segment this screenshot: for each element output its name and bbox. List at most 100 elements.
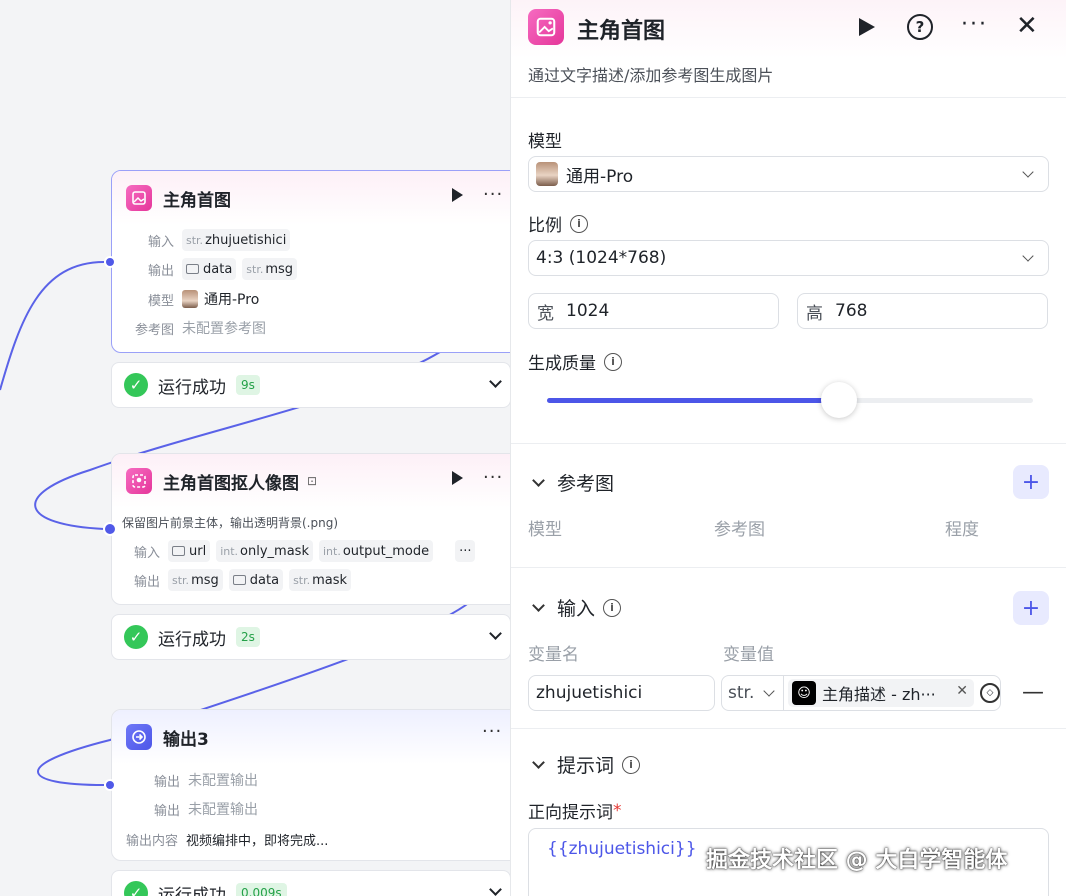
prompt-section-header[interactable]: 提示词 i [528,751,641,778]
output-value: 未配置输出 [188,773,258,789]
node-description: 保留图片前景主体，输出透明背景(.png) [122,516,339,530]
info-icon[interactable]: i [622,755,641,774]
output-node-icon [126,724,152,750]
watermark: 掘金技术社区 @ 大白学智能体 [706,848,1008,873]
height-prefix: 高 [806,303,823,324]
input-chip: url [168,540,211,562]
divider [511,567,1066,568]
var-reference-chip[interactable]: ☺ 主角描述 - zh··· ✕ [788,679,974,707]
input-port[interactable] [104,779,116,791]
var-type-value: str. [728,683,755,703]
run-node-icon[interactable] [452,471,463,485]
node-card-output[interactable]: 输出3 ··· 输出 未配置输出 输出 未配置输出 输出内容 视频编排中，即将完… [111,709,531,861]
more-icon[interactable]: ··· [483,186,503,204]
node-title: 输出3 [163,729,209,750]
width-input[interactable]: 宽 1024 [528,293,779,329]
model-select[interactable]: 通用-Pro [528,156,1049,192]
run-time-badge: 2s [236,627,260,647]
input-section-header[interactable]: 输入 i [528,594,622,621]
add-input-button[interactable]: + [1013,591,1049,625]
chevron-down-icon [1022,166,1034,178]
prompt-value: {{zhujuetishici}} [547,839,697,859]
node-config-panel: 主角首图 ? ··· ✕ 通过文字描述/添加参考图生成图片 模型 通用-Pro … [510,0,1066,896]
output-chip: data [182,258,237,280]
column-header: 参考图 [714,520,765,540]
column-header: 变量值 [723,645,774,665]
node-status-bar[interactable]: ✓ 运行成功 9s [111,362,511,408]
chevron-down-icon[interactable] [489,883,502,896]
input-chip: int. only_mask [216,540,313,562]
input-port[interactable] [104,256,116,268]
divider [511,443,1066,444]
input-label: 输入 [133,545,160,561]
quality-label: 生成质量 [528,354,596,374]
content-value: 视频编排中，即将完成... [186,834,329,849]
help-icon[interactable]: ? [907,14,933,40]
output-chip: str. msg [168,569,223,591]
node-status-bar[interactable]: ✓ 运行成功 0.009s [111,870,511,896]
slider-thumb[interactable] [821,382,857,418]
node-header: 主角首图 ··· [112,171,530,225]
output-label: 输出 [153,774,180,790]
column-header: 模型 [528,520,562,540]
output-chip: str. msg [242,258,298,280]
status-text: 运行成功 [158,629,226,650]
more-icon[interactable]: ··· [482,723,502,741]
info-icon[interactable]: i [570,214,588,233]
success-check-icon: ✓ [124,881,148,896]
panel-subtitle: 通过文字描述/添加参考图生成图片 [528,66,774,85]
output-label: 输出 [133,574,160,590]
add-ref-button[interactable]: + [1013,465,1049,499]
model-value: 通用-Pro [204,292,260,308]
run-time-badge: 9s [236,375,260,395]
ref-section-title: 参考图 [557,473,615,495]
node-status-bar[interactable]: ✓ 运行成功 2s [111,614,511,660]
required-mark: * [613,800,622,821]
height-value: 768 [835,301,868,321]
remove-input-button[interactable]: — [1022,680,1044,705]
var-name-input[interactable]: zhujuetishici [528,675,715,711]
ratio-label: 比例 [528,216,562,236]
node-title: 主角首图抠人像图 [163,473,299,494]
close-icon[interactable]: ✕ [956,683,968,699]
run-icon[interactable] [859,18,875,36]
close-icon[interactable]: ✕ [1016,12,1038,40]
ref-section-header[interactable]: 参考图 [528,469,614,496]
var-value-field[interactable]: str. ☺ 主角描述 - zh··· ✕ ◇ [721,675,1001,711]
chevron-down-icon [1022,250,1034,262]
info-icon[interactable]: i [603,598,622,617]
input-chip: int. output_mode [318,540,434,562]
more-icon[interactable]: ··· [961,12,988,37]
node-card-main-image[interactable]: 主角首图 ··· 输入 str. zhujuetishici 输出 data st… [111,170,531,353]
positive-prompt-label-row: 正向提示词 * [528,798,622,824]
column-header: 变量名 [528,645,579,665]
input-port[interactable] [103,522,117,536]
width-prefix: 宽 [537,303,554,324]
chevron-down-icon[interactable] [489,627,502,640]
height-input[interactable]: 高 768 [797,293,1048,329]
more-icon[interactable]: ··· [483,469,503,487]
chevron-down-icon[interactable] [489,375,502,388]
image-icon [172,546,185,556]
info-icon[interactable]: i [604,352,622,371]
var-type-select[interactable]: str. [722,676,784,710]
more-inputs-button[interactable]: ··· [455,540,476,562]
positive-prompt-label: 正向提示词 [528,803,613,823]
variable-icon[interactable]: ◇ [980,683,1000,703]
node-card-matting[interactable]: 主角首图抠人像图 ⊡ ··· 保留图片前景主体，输出透明背景(.png) 输入 … [111,453,531,605]
ratio-select[interactable]: 4:3 (1024*768) [528,240,1049,276]
node-header: 主角首图抠人像图 ⊡ ··· [112,454,530,508]
column-header: 程度 [945,520,979,540]
model-avatar [182,290,198,308]
run-node-icon[interactable] [452,188,463,202]
image-icon [232,575,246,585]
content-label: 输出内容 [126,834,179,849]
image-generate-icon [528,9,564,45]
chevron-down-icon [532,473,545,487]
quality-label-row: 生成质量 i [528,349,622,374]
matting-icon [126,468,152,494]
plugin-icon: ⊡ [307,474,318,488]
output-chip: data [228,569,284,591]
output-label: 输出 [147,263,174,279]
quality-slider[interactable] [547,382,1033,418]
